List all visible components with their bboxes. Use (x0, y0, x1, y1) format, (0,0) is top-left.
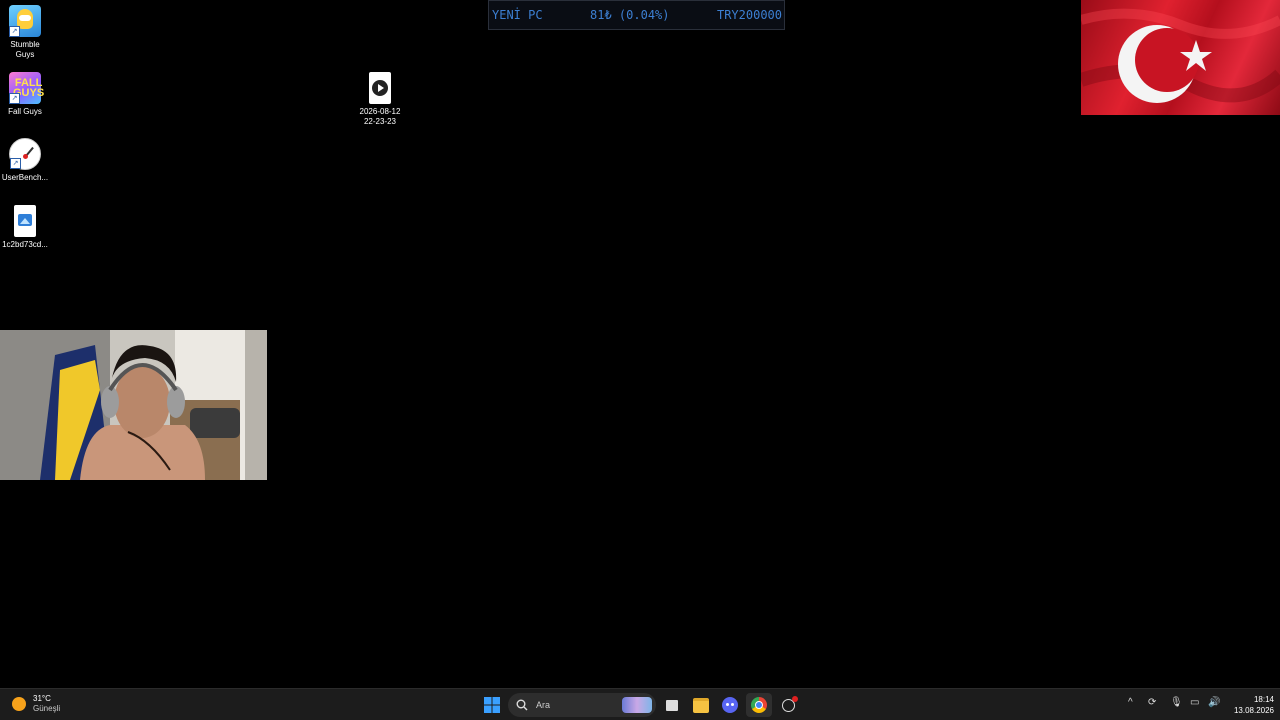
turkish-flag-overlay (1081, 0, 1280, 115)
ticker-goal: TRY200000 (716, 8, 782, 22)
desktop-icon-label: Stumble Guys (10, 40, 40, 59)
sun-icon (12, 697, 26, 711)
sync-icon[interactable]: ⟳ (1148, 697, 1156, 708)
desktop-icon-fall-guys[interactable]: FALL GUYS ↗ Fall Guys (0, 72, 51, 117)
volume-icon[interactable]: 🔊 (1208, 697, 1220, 708)
desktop-icon-stumble-guys[interactable]: ↗ Stumble Guys (0, 5, 51, 60)
desktop-icon-label: UserBench... (1, 173, 49, 182)
task-view-button[interactable] (659, 693, 685, 717)
file-explorer-icon (693, 697, 709, 713)
file-explorer-button[interactable] (688, 693, 714, 717)
weather-widget[interactable]: 31°C Güneşli (12, 694, 60, 714)
desktop-icon-label: Fall Guys (8, 107, 42, 116)
desktop-icon-image-file[interactable]: 1c2bd73cd... (0, 205, 51, 250)
ticker-title: YENİ PC (492, 8, 543, 22)
video-file-icon (369, 72, 391, 104)
donation-ticker: YENİ PC 81₺ (0.04%) TRY200000 (488, 0, 785, 30)
taskbar: 31°C Güneşli Ara ^ ⟳ 🎙 ▭ 🔊 18:14 13.08.2… (0, 688, 1280, 720)
discord-button[interactable] (717, 693, 743, 717)
network-icon[interactable]: ▭ (1190, 697, 1199, 708)
snipping-icon (781, 695, 798, 712)
weather-description: Güneşli (33, 704, 61, 713)
discord-icon (722, 697, 738, 713)
ticker-change: 81₺ (0.04%) (590, 8, 670, 22)
search-placeholder: Ara (536, 700, 551, 710)
start-button[interactable] (479, 693, 505, 717)
search-highlight-icon (622, 697, 652, 713)
desktop-icon-label: 1c2bd73cd... (2, 240, 48, 249)
chrome-icon (751, 697, 767, 713)
microphone-icon[interactable]: 🎙 (1170, 697, 1183, 708)
image-file-icon (14, 205, 36, 237)
webcam-overlay (0, 330, 267, 480)
stumble-guys-icon: ↗ (9, 5, 41, 37)
desktop-icon-userbenchmark[interactable]: ↗ UserBench... (0, 138, 51, 183)
desktop-icon-label: 2026-08-12 22-23-23 (359, 107, 401, 126)
task-view-icon (666, 699, 678, 711)
windows-start-icon (484, 697, 500, 713)
clock-date: 13.08.2026 (1233, 706, 1274, 715)
chrome-button[interactable] (746, 693, 772, 717)
show-hidden-icons-chevron-icon[interactable]: ^ (1128, 697, 1133, 708)
clock-time: 18:14 (1253, 695, 1274, 704)
taskbar-search-box[interactable]: Ara (508, 693, 656, 717)
weather-temperature: 31°C (33, 694, 51, 703)
search-icon (516, 699, 528, 711)
fall-guys-icon: FALL GUYS ↗ (9, 72, 44, 104)
desktop-icon-video-file[interactable]: 2026-08-12 22-23-23 (354, 72, 406, 127)
snipping-tool-button[interactable] (775, 693, 801, 717)
userbenchmark-icon: ↗ (9, 138, 41, 170)
clock[interactable]: 18:14 13.08.2026 (1222, 694, 1274, 716)
